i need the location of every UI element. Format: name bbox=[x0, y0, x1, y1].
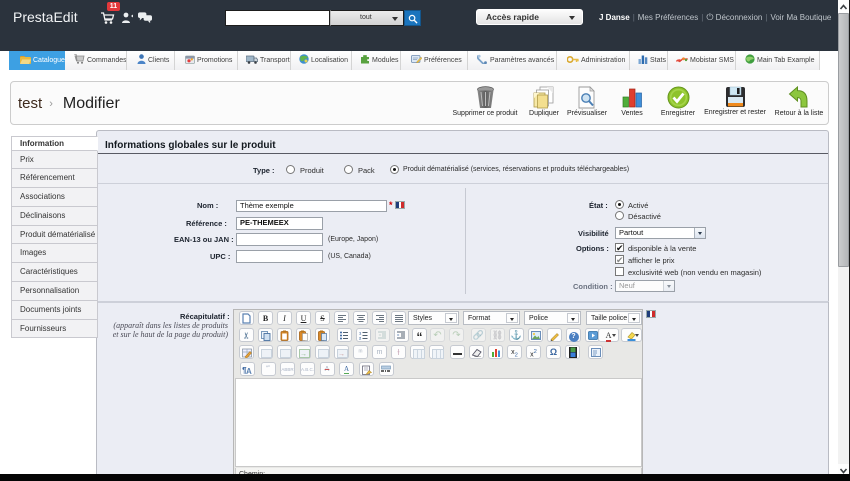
svg-text:2: 2 bbox=[359, 335, 362, 340]
svg-text:A: A bbox=[246, 367, 252, 375]
